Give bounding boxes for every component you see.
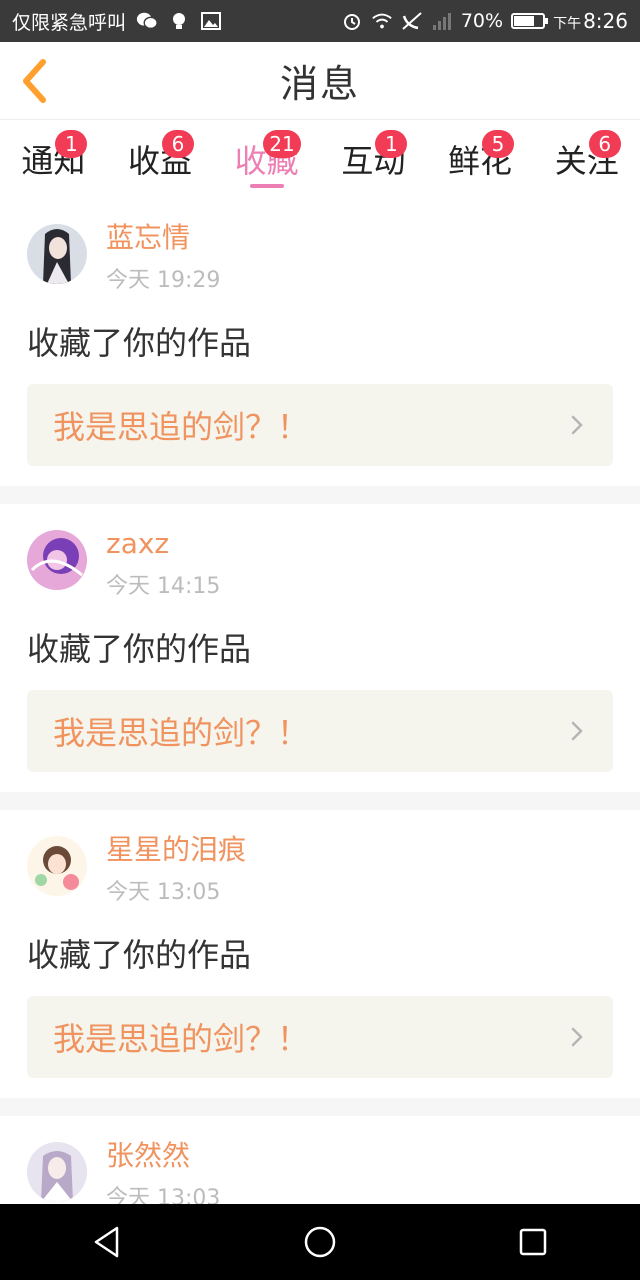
circle-home-icon	[304, 1226, 336, 1258]
avatar[interactable]	[27, 1142, 87, 1202]
avatar[interactable]	[27, 224, 87, 284]
username[interactable]: zaxz	[106, 526, 220, 562]
unread-badge: 1	[375, 130, 408, 158]
message-card: 蓝忘情今天 19:29 收藏了你的作品我是思追的剑？！	[0, 198, 640, 486]
card-header: 星星的泪痕今天 13:05	[27, 810, 613, 906]
tab-2[interactable]: 收藏 21	[213, 120, 320, 195]
avatar[interactable]	[27, 530, 87, 590]
card-meta: 张然然今天 13:03	[106, 1139, 221, 1204]
status-bar: 仅限紧急呼叫 70% 下午 8:26	[0, 0, 640, 42]
nav-back-button[interactable]	[77, 1212, 137, 1272]
card-meta: zaxz 今天 14:15	[106, 527, 221, 600]
message-card: 星星的泪痕今天 13:05 收藏了你的作品我是思追的剑？！	[0, 810, 640, 1098]
signal-icon	[431, 10, 453, 32]
tab-bar: 通知 1 收益 6 收藏 21 互动 1 鲜花 5 关注 6	[0, 120, 640, 195]
tab-content: 互动 1	[341, 130, 408, 182]
action-text: 收藏了你的作品	[27, 324, 252, 362]
system-nav-bar	[0, 1204, 640, 1280]
battery-percent: 70%	[460, 10, 504, 32]
card-header: 张然然今天 13:03	[27, 1116, 613, 1204]
chevron-right-icon	[567, 1027, 587, 1047]
message-feed: 蓝忘情 今天 19:29 收藏了你的作品 我是思追的剑？！ zaxz 今天 14:15 收藏…	[0, 198, 640, 1204]
timestamp: 今天 13:03	[106, 1186, 221, 1204]
tab-4[interactable]: 鲜花 5	[427, 120, 534, 195]
alarm-icon	[341, 10, 363, 32]
work-link[interactable]: 我是思追的剑？！	[27, 690, 613, 772]
tab-content: 收益 6	[128, 130, 195, 182]
status-text: 仅限紧急呼叫	[12, 11, 127, 34]
tab-content: 通知 1	[21, 130, 88, 182]
work-link[interactable]: 我是思追的剑？！	[27, 384, 613, 466]
square-recents-icon	[520, 1228, 547, 1256]
page-title: 消息	[279, 62, 360, 106]
tab-5[interactable]: 关注 6	[533, 120, 640, 195]
work-title: 我是思追的剑？！	[53, 714, 310, 752]
username[interactable]: 星星的泪痕	[106, 832, 246, 868]
wechat-icon	[136, 10, 158, 32]
unread-badge: 21	[263, 130, 301, 158]
unread-badge: 6	[162, 130, 195, 158]
card-meta: 蓝忘情今天 19:29	[106, 221, 221, 294]
action-text: 收藏了你的作品	[27, 936, 252, 974]
card-header: 蓝忘情今天 19:29	[27, 198, 613, 294]
header: 消息	[0, 42, 640, 120]
no-call-icon	[401, 10, 423, 32]
active-tab-indicator	[249, 184, 284, 188]
chevron-left-icon	[23, 59, 46, 103]
time-prefix: 下午	[553, 16, 582, 32]
nav-home-button[interactable]	[290, 1212, 350, 1272]
tab-content: 关注 6	[555, 130, 621, 182]
clock: 8:26	[583, 9, 628, 33]
action-text: 收藏了你的作品	[27, 630, 252, 668]
message-card: zaxz 今天 14:15 收藏了你的作品我是思追的剑？！	[0, 504, 640, 792]
tab-1[interactable]: 收益 6	[107, 120, 214, 195]
card-header: zaxz 今天 14:15	[27, 504, 613, 600]
avatar[interactable]	[27, 836, 87, 896]
unread-badge: 5	[482, 130, 515, 158]
username[interactable]: 张然然	[106, 1138, 220, 1174]
timestamp: 今天 14:15	[106, 574, 221, 599]
chevron-right-icon	[567, 415, 587, 435]
unread-badge: 6	[588, 130, 621, 158]
tab-content: 收藏 21	[235, 130, 301, 182]
timestamp: 今天 19:29	[106, 268, 221, 293]
username[interactable]: 蓝忘情	[106, 220, 220, 256]
message-card: 张然然今天 13:03	[0, 1116, 640, 1204]
tab-3[interactable]: 互动 1	[320, 120, 427, 195]
back-button[interactable]	[14, 56, 54, 106]
chevron-right-icon	[567, 721, 587, 741]
work-title: 我是思追的剑？！	[53, 1020, 310, 1058]
wifi-icon	[371, 10, 393, 32]
nav-recents-button[interactable]	[503, 1212, 563, 1272]
card-meta: 星星的泪痕今天 13:05	[106, 833, 246, 906]
battery-icon	[511, 13, 549, 29]
unread-badge: 1	[55, 130, 88, 158]
timestamp: 今天 13:05	[106, 880, 221, 905]
bulb-icon	[168, 10, 190, 32]
work-link[interactable]: 我是思追的剑？！	[27, 996, 613, 1078]
tab-0[interactable]: 通知 1	[0, 120, 107, 195]
work-title: 我是思追的剑？！	[53, 408, 310, 446]
tab-content: 鲜花 5	[448, 130, 515, 182]
triangle-back-icon	[94, 1226, 118, 1258]
image-icon	[200, 10, 222, 32]
